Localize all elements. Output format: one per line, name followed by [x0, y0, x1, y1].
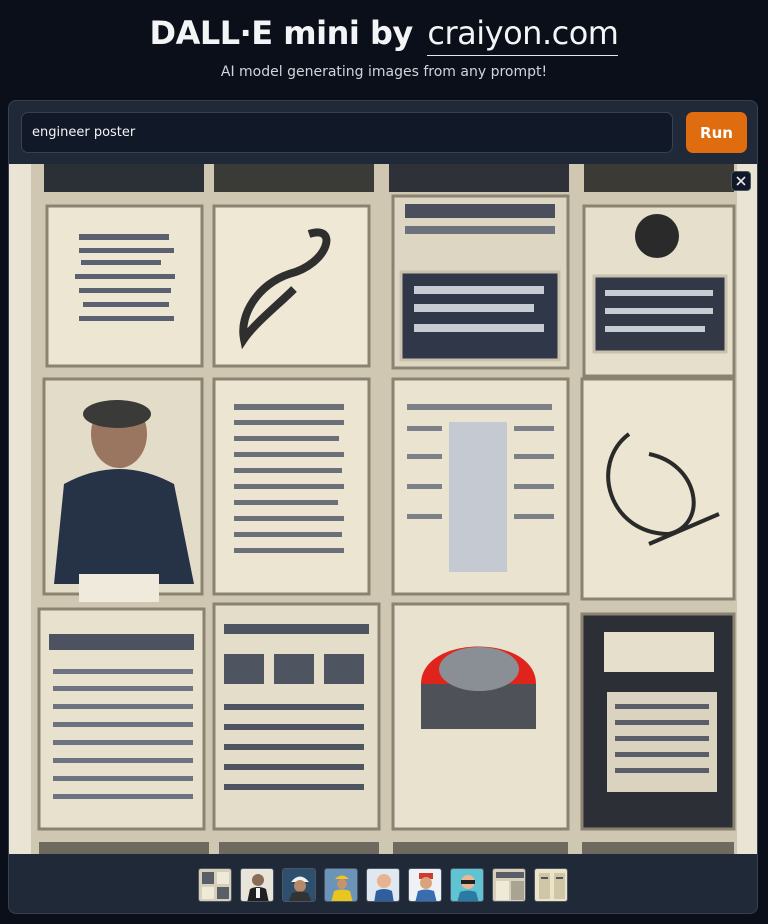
thumbnail-strip: [8, 857, 758, 913]
thumbnail-engineer-cartoon[interactable]: [366, 868, 400, 902]
generated-image[interactable]: [9, 164, 757, 854]
title-main: DALL·E mini by: [149, 14, 414, 52]
thumbnail-engineer-vest[interactable]: [324, 868, 358, 902]
page-title: DALL·E mini by craiyon.com: [0, 14, 768, 56]
run-button[interactable]: Run: [686, 112, 747, 153]
main-panel: Run: [8, 100, 758, 914]
thumbnail-engineer-helmet[interactable]: [282, 868, 316, 902]
thumbnail-engineer-suit[interactable]: [240, 868, 274, 902]
close-button[interactable]: [731, 171, 751, 191]
generated-image-art: [9, 164, 757, 854]
brand-link[interactable]: craiyon.com: [427, 14, 619, 56]
close-icon: [736, 176, 746, 186]
prompt-input[interactable]: [21, 112, 673, 153]
thumbnail-engineer-glasses[interactable]: [450, 868, 484, 902]
thumbnail-poster-sheets[interactable]: [492, 868, 526, 902]
thumbnail-poster-grid[interactable]: [198, 868, 232, 902]
page-subtitle: AI model generating images from any prom…: [220, 64, 548, 80]
thumbnail-engineer-cap[interactable]: [408, 868, 442, 902]
thumbnail-poster-pages[interactable]: [534, 868, 568, 902]
